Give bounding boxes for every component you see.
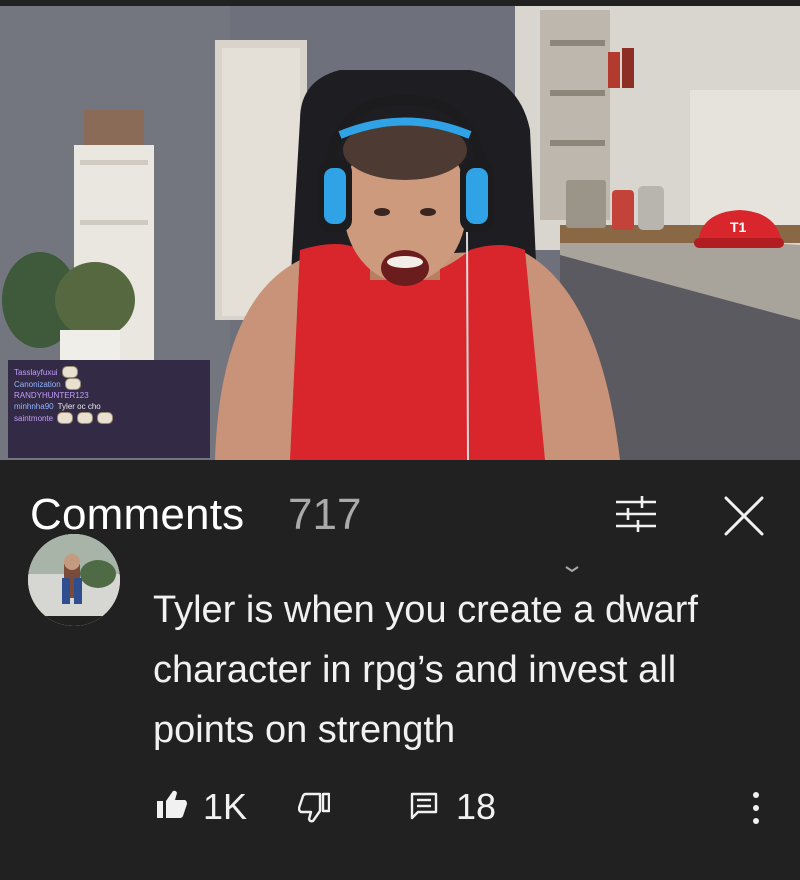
chat-username: RANDYHUNTER123 bbox=[14, 391, 89, 400]
chevron-down-icon bbox=[565, 566, 579, 572]
thumbs-up-icon[interactable] bbox=[156, 788, 188, 820]
chat-line: Canonization bbox=[14, 378, 204, 390]
avatar[interactable] bbox=[28, 534, 120, 626]
video-player[interactable]: T1 Tasslayfuxui Canonization RANDYHUNTER… bbox=[0, 0, 800, 460]
reply-count: 18 bbox=[456, 786, 497, 827]
more-options-icon[interactable] bbox=[748, 790, 764, 826]
chat-username: saintmonte bbox=[14, 413, 54, 423]
chat-message: Tyler oc cho bbox=[57, 402, 101, 411]
chat-emote-icon bbox=[57, 412, 74, 424]
reply-icon[interactable] bbox=[410, 792, 438, 820]
chat-emote-icon bbox=[97, 412, 114, 424]
close-icon[interactable] bbox=[722, 494, 766, 538]
chat-username: minhnha90 bbox=[14, 402, 54, 411]
chat-emote-icon bbox=[77, 412, 94, 424]
chat-emote-icon bbox=[64, 378, 81, 390]
thumbs-down-icon[interactable] bbox=[298, 792, 330, 824]
chat-line: saintmonte bbox=[14, 412, 204, 424]
comments-header: Comments 717 bbox=[0, 470, 800, 560]
comments-title: Comments bbox=[30, 490, 245, 539]
chat-username: Canonization bbox=[14, 379, 61, 389]
chat-username: Tasslayfuxui bbox=[14, 367, 58, 377]
comment-text: Tyler is when you create a dwarf charact… bbox=[153, 589, 698, 751]
comment-actions: 1K 18 bbox=[0, 780, 800, 840]
like-count: 1K bbox=[203, 786, 248, 827]
cap-logo-text: T1 bbox=[730, 219, 747, 235]
comments-count: 717 bbox=[288, 490, 362, 539]
chat-line: RANDYHUNTER123 bbox=[14, 390, 204, 401]
avatar-image bbox=[28, 534, 120, 626]
chat-emote-icon bbox=[61, 366, 78, 378]
sort-filter-icon[interactable] bbox=[612, 494, 660, 534]
chat-line: minhnha90 Tyler oc cho bbox=[14, 401, 204, 412]
stream-chat-overlay: Tasslayfuxui Canonization RANDYHUNTER123… bbox=[8, 360, 210, 458]
chat-line: Tasslayfuxui bbox=[14, 366, 204, 378]
